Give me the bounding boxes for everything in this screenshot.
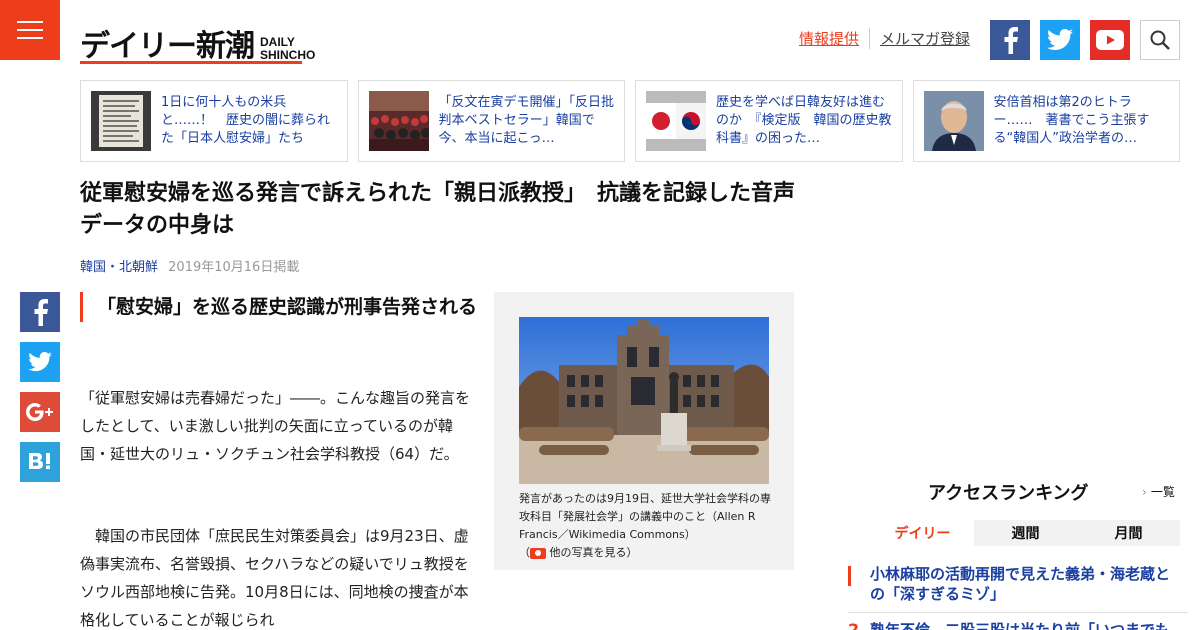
search-button[interactable] (1140, 20, 1180, 60)
caption-text: 発言があったのは9月19日、延世大学社会学科の専攻科目「発展社会学」の講義中のこ… (519, 492, 771, 541)
tip-link[interactable]: 情報提供 (799, 28, 870, 49)
tab-daily[interactable]: デイリー (871, 520, 974, 546)
tab-monthly[interactable]: 月間 (1077, 520, 1180, 546)
logo-underline (80, 61, 302, 64)
more-photos-label: 他の写真を見る） (546, 546, 638, 559)
related-articles: 1日に何十人もの米兵と……！ 歴史の闇に葬られた「日本人慰安婦」たち 「反文在寅… (80, 80, 1180, 162)
menu-line (17, 37, 43, 39)
ranking-number: 2 (848, 620, 860, 630)
related-card[interactable]: 安倍首相は第2のヒトラー…… 著書でこう主張する“韓国人”政治学者の… (912, 80, 1180, 162)
site-logo[interactable]: デイリー新潮 DAILY SHINCHO (80, 18, 315, 64)
photo-caption: 発言があったのは9月19日、延世大学社会学科の専攻科目「発展社会学」の講義中のこ… (519, 490, 779, 562)
ranking-tabs: デイリー 週間 月間 (871, 520, 1180, 546)
share-facebook-button[interactable] (20, 292, 60, 332)
share-twitter-button[interactable] (20, 342, 60, 382)
ranking-all-link[interactable]: › 一覧 (1142, 483, 1175, 500)
related-card[interactable]: 「反文在寅デモ開催」「反日批判本ベストセラー」韓国で今、本当に起こっ… (357, 80, 625, 162)
ranking-item-title: 小林麻耶の活動再開で見えた義弟・海老蔵との「深すぎるミゾ」 (870, 565, 1171, 603)
related-card-title: 歴史を学べば日韓友好は進むのか 『検定版 韓国の歴史教科書』の困った… (716, 95, 892, 146)
related-card[interactable]: 1日に何十人もの米兵と……！ 歴史の闇に葬られた「日本人慰安婦」たち (80, 80, 348, 162)
ranking-all-label: 一覧 (1150, 485, 1175, 499)
related-thumb-portrait-image (923, 91, 984, 151)
youtube-icon (1096, 30, 1124, 50)
ranking-title: アクセスランキング (928, 483, 1089, 504)
logo-english: DAILY SHINCHO (260, 36, 315, 62)
photo-figure: 発言があったのは9月19日、延世大学社会学科の専攻科目「発展社会学」の講義中のこ… (494, 292, 794, 570)
facebook-icon (34, 299, 48, 326)
menu-button[interactable] (0, 0, 60, 60)
article-paragraph: 韓国の市民団体「庶民民生対策委員会」は9月23日、虚偽事実流布、名誉毀損、セクハ… (80, 527, 469, 629)
ranking-number: 1 (848, 566, 870, 586)
chevron-right-icon: › (1142, 485, 1147, 499)
share-hatena-bookmark-button[interactable] (20, 442, 60, 482)
tab-weekly[interactable]: 週間 (974, 520, 1077, 546)
hatena-bookmark-icon (29, 453, 50, 469)
related-thumb-flags-image (646, 91, 706, 151)
share-google-plus-button[interactable] (20, 392, 60, 432)
logo-japanese: デイリー新潮 (80, 29, 255, 64)
article-photo[interactable] (519, 317, 769, 484)
related-thumb-document-image (91, 91, 151, 151)
header-links: 情報提供 メルマガ登録 (799, 28, 970, 49)
google-plus-icon (26, 403, 53, 421)
twitter-button[interactable] (1040, 20, 1080, 60)
ranking-item-title: 熟年不倫 二股三股は当たり前「いつまでもSEX (870, 621, 1171, 630)
related-thumb-crowd-image (368, 91, 429, 151)
article-subheading: 「慰安婦」を巡る歴史認識が刑事告発される (80, 292, 480, 322)
youtube-button[interactable] (1090, 20, 1130, 60)
twitter-icon (1047, 29, 1073, 50)
caption-open-paren: （ (519, 546, 530, 559)
article-title: 従軍慰安婦を巡る発言で訴えられた「親日派教授」 抗議を記録した音声データの中身は (80, 181, 796, 238)
related-card-title: 1日に何十人もの米兵と……！ 歴史の闇に葬られた「日本人慰安婦」たち (161, 95, 331, 146)
related-card-title: 安倍首相は第2のヒトラー…… 著書でこう主張する“韓国人”政治学者の… (993, 95, 1150, 146)
ranking-item[interactable]: 2 熟年不倫 二股三股は当たり前「いつまでもSEX (848, 620, 1188, 630)
camera-icon (530, 547, 546, 559)
publish-date: 2019年10月16日掲載 (168, 260, 300, 275)
facebook-button[interactable] (990, 20, 1030, 60)
more-photos-link[interactable]: 他の写真を見る） (530, 546, 638, 559)
category-link[interactable]: 韓国・北朝鮮 (80, 260, 158, 275)
related-card-title: 「反文在寅デモ開催」「反日批判本ベストセラー」韓国で今、本当に起こっ… (438, 95, 615, 146)
facebook-icon (1004, 27, 1018, 54)
article-paragraph: 「従軍慰安婦は売春婦だった」――。こんな趣旨の発言をしたとして、いま激しい批判の… (80, 389, 471, 463)
menu-line (17, 21, 43, 23)
article-meta: 韓国・北朝鮮 2019年10月16日掲載 (80, 256, 299, 275)
search-icon (1150, 30, 1170, 50)
menu-line (17, 29, 43, 31)
related-card[interactable]: 歴史を学べば日韓友好は進むのか 『検定版 韓国の歴史教科書』の困った… (635, 80, 903, 162)
ranking-item[interactable]: 1 小林麻耶の活動再開で見えた義弟・海老蔵との「深すぎるミゾ」 (848, 564, 1188, 613)
twitter-icon (28, 352, 52, 372)
newsletter-link[interactable]: メルマガ登録 (870, 28, 970, 49)
